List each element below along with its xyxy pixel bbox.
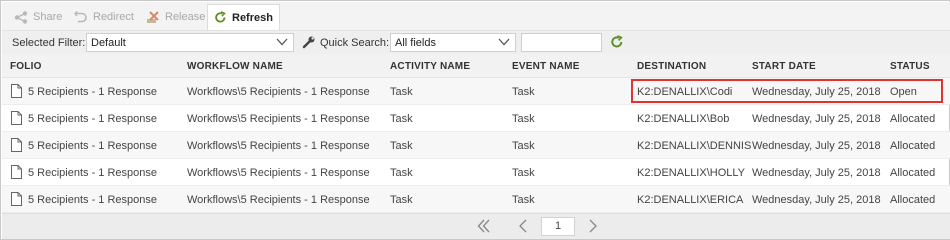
release-label: Release [165,11,206,23]
highlight-box [631,79,943,103]
grid-header: FOLIO WORKFLOW NAME ACTIVITY NAME EVENT … [2,54,950,78]
cell-destination: K2:DENALLIX\HOLLY [637,167,746,179]
cell-activity-name: Task [390,194,413,206]
document-icon [11,165,22,182]
previous-page-icon[interactable] [517,218,529,237]
selected-filter-dropdown[interactable]: Default [86,33,294,52]
selected-filter-label: Selected Filter: [12,37,86,49]
quick-search-field-value: All fields [395,36,436,49]
cell-event-name: Task [512,113,535,125]
chevron-down-icon [276,37,288,50]
cell-workflow-name: Workflows\5 Recipients - 1 Response [187,140,370,152]
cell-start-date: Wednesday, July 25, 2018 [752,140,881,152]
toolbar: Share Redirect Release Refresh [2,2,950,30]
column-header-activity-name[interactable]: ACTIVITY NAME [390,61,470,72]
cell-folio: 5 Recipients - 1 Response [28,140,158,152]
first-page-icon[interactable] [476,218,492,237]
column-header-status[interactable]: STATUS [890,61,930,72]
table-row[interactable]: 5 Recipients - 1 Response Workflows\5 Re… [2,159,950,186]
cell-event-name: Task [512,86,535,98]
quick-search-label: Quick Search: [320,37,390,49]
filter-bar: Selected Filter: Default Quick Search: A… [2,30,950,54]
table-row[interactable]: 5 Recipients - 1 Response Workflows\5 Re… [2,105,950,132]
column-header-event-name[interactable]: EVENT NAME [512,61,580,72]
cell-workflow-name: Workflows\5 Recipients - 1 Response [187,113,370,125]
release-button[interactable]: Release [140,5,211,29]
cell-folio: 5 Recipients - 1 Response [28,167,158,179]
redirect-label: Redirect [93,11,134,23]
quick-search-input[interactable] [521,33,602,52]
refresh-icon [214,11,227,24]
selected-filter-value: Default [91,36,126,49]
worklist-panel: Share Redirect Release Refresh Selected … [0,0,950,240]
cell-status: Allocated [890,140,936,152]
table-row[interactable]: 5 Recipients - 1 Response Workflows\5 Re… [2,132,950,159]
document-icon [11,84,22,101]
cell-activity-name: Task [390,113,413,125]
cell-destination: K2:DENALLIX\ERICA [637,194,744,206]
cell-activity-name: Task [390,86,413,98]
cell-folio: 5 Recipients - 1 Response [28,86,158,98]
cell-start-date: Wednesday, July 25, 2018 [752,167,881,179]
release-icon [146,10,160,24]
share-label: Share [33,11,63,23]
share-icon [14,10,28,24]
column-header-folio[interactable]: FOLIO [10,61,42,72]
cell-activity-name: Task [390,140,413,152]
cell-event-name: Task [512,194,535,206]
cell-folio: 5 Recipients - 1 Response [28,113,158,125]
cell-destination: K2:DENALLIX\DENNIS [637,140,752,152]
cell-status: Allocated [890,167,936,179]
refresh-button[interactable]: Refresh [207,4,280,30]
pager: 1 [2,213,950,239]
redirect-button[interactable]: Redirect [68,5,140,29]
cell-start-date: Wednesday, July 25, 2018 [752,113,881,125]
column-header-destination[interactable]: DESTINATION [637,61,706,72]
page-number-input[interactable]: 1 [541,217,575,236]
cell-workflow-name: Workflows\5 Recipients - 1 Response [187,167,370,179]
cell-status: Allocated [890,194,936,206]
table-row[interactable]: 5 Recipients - 1 Response Workflows\5 Re… [2,186,950,213]
share-button[interactable]: Share [8,5,68,29]
redirect-icon [74,10,88,24]
column-header-workflow-name[interactable]: WORKFLOW NAME [187,61,283,72]
column-header-start-date[interactable]: START DATE [752,61,816,72]
document-icon [11,111,22,128]
document-icon [11,192,22,209]
cell-workflow-name: Workflows\5 Recipients - 1 Response [187,194,370,206]
cell-status: Allocated [890,113,936,125]
document-icon [11,138,22,155]
cell-workflow-name: Workflows\5 Recipients - 1 Response [187,86,370,98]
cell-folio: 5 Recipients - 1 Response [28,194,158,206]
cell-start-date: Wednesday, July 25, 2018 [752,194,881,206]
cell-activity-name: Task [390,167,413,179]
quick-search-refresh-icon[interactable] [610,35,624,52]
cell-destination: K2:DENALLIX\Bob [637,113,730,125]
refresh-label: Refresh [232,11,273,24]
quick-search-field-dropdown[interactable]: All fields [390,33,516,52]
chevron-down-icon [498,37,510,50]
next-page-icon[interactable] [587,218,599,237]
cell-event-name: Task [512,140,535,152]
wrench-icon [302,35,316,52]
cell-event-name: Task [512,167,535,179]
